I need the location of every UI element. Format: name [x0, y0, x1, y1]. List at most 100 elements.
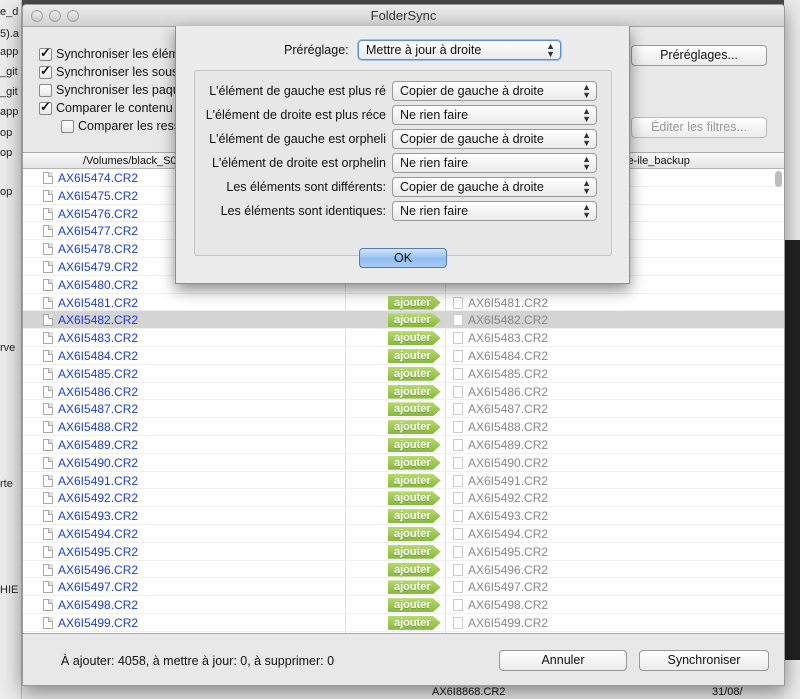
action-badge[interactable]: ajouter — [388, 615, 441, 630]
table-row[interactable]: AX6I5492.CR2 ajouter AX6I5492.CR2 — [23, 489, 784, 508]
table-row[interactable]: AX6I5499.CR2 ajouter AX6I5499.CR2 — [23, 614, 784, 632]
checkbox[interactable] — [39, 83, 52, 97]
right-folder-header[interactable]: le-ile_backup — [625, 153, 690, 169]
action-badge[interactable]: ajouter — [388, 526, 441, 541]
action-badge[interactable]: ajouter — [388, 580, 441, 595]
table-row[interactable]: AX6I5497.CR2 ajouter AX6I5497.CR2 — [23, 578, 784, 597]
action-badge[interactable]: ajouter — [388, 562, 441, 577]
table-row[interactable]: AX6I5484.CR2 ajouter AX6I5484.CR2 — [23, 347, 784, 365]
rule-action-select[interactable]: Ne rien faire ▲ ▼ — [392, 105, 597, 125]
action-badge[interactable]: ajouter — [388, 437, 441, 452]
synchronize-button[interactable]: Synchroniser — [639, 650, 769, 671]
option-sync-subfolders[interactable]: Synchroniser les sous — [39, 63, 180, 81]
table-row[interactable]: AX6I5483.CR2 ajouter AX6I5483.CR2 — [23, 329, 784, 347]
left-file-name: AX6I5491.CR2 — [58, 473, 139, 488]
option-sync-packages[interactable]: Synchroniser les paqu — [39, 81, 180, 99]
checkbox[interactable] — [39, 45, 52, 61]
file-icon — [43, 599, 53, 612]
popup-arrows-icon: ▲ ▼ — [582, 82, 591, 100]
right-file-name: AX6I5484.CR2 — [468, 348, 549, 363]
rule-action-select[interactable]: Ne rien faire ▲ ▼ — [392, 153, 597, 173]
file-icon — [43, 545, 53, 558]
rule-action-select[interactable]: Copier de gauche à droite ▲ ▼ — [392, 81, 597, 101]
file-icon — [43, 278, 53, 291]
bg-fragment: rve — [0, 342, 16, 354]
action-badge[interactable]: ajouter — [388, 455, 441, 470]
action-badge[interactable]: ajouter — [388, 331, 441, 346]
table-row[interactable]: AX6I5496.CR2 ajouter AX6I5496.CR2 — [23, 561, 784, 579]
file-icon — [43, 314, 53, 327]
popup-arrows-icon: ▲ ▼ — [582, 178, 591, 196]
presets-button[interactable]: Préréglages... — [631, 45, 767, 66]
edit-filters-button[interactable]: Éditer les filtres... — [631, 117, 767, 138]
background-left-window: e_d 5).a app _git _git app op op op rve … — [0, 0, 22, 699]
table-row[interactable]: AX6I5487.CR2 ajouter AX6I5487.CR2 — [23, 400, 784, 419]
right-file-name: AX6I5494.CR2 — [468, 526, 549, 541]
table-row[interactable]: AX6I5490.CR2 ajouter AX6I5490.CR2 — [23, 454, 784, 472]
file-icon — [453, 367, 463, 380]
right-file-name: AX6I5498.CR2 — [468, 598, 549, 613]
zoom-window-button[interactable] — [67, 10, 79, 22]
action-badge[interactable]: ajouter — [388, 509, 441, 524]
action-badge[interactable]: ajouter — [388, 384, 441, 399]
table-row[interactable]: AX6I5498.CR2 ajouter AX6I5498.CR2 — [23, 596, 784, 614]
checkbox[interactable] — [39, 63, 52, 79]
left-file-name: AX6I5475.CR2 — [58, 188, 139, 203]
action-badge[interactable]: ajouter — [388, 366, 441, 381]
option-compare-resources[interactable]: Comparer les ress — [39, 117, 180, 135]
checkbox[interactable] — [39, 99, 52, 115]
action-badge[interactable]: ajouter — [388, 313, 441, 328]
right-file-name: AX6I5499.CR2 — [468, 615, 549, 630]
preset-select[interactable]: Mettre à jour à droite ▲ ▼ — [358, 40, 561, 60]
file-icon — [453, 332, 463, 345]
right-file-name: AX6I5487.CR2 — [468, 402, 549, 417]
action-badge[interactable]: ajouter — [388, 348, 441, 363]
file-icon — [43, 563, 53, 576]
left-file-name: AX6I5498.CR2 — [58, 598, 139, 613]
action-badge[interactable]: ajouter — [388, 473, 441, 488]
left-file-name: AX6I5485.CR2 — [58, 366, 139, 381]
action-badge[interactable]: ajouter — [388, 295, 441, 310]
preset-sheet: Préréglage: Mettre à jour à droite ▲ ▼ L'… — [175, 26, 630, 284]
table-row[interactable]: AX6I5481.CR2 ajouter AX6I5481.CR2 — [23, 294, 784, 312]
table-row[interactable]: AX6I5489.CR2 ajouter AX6I5489.CR2 — [23, 436, 784, 454]
left-file-name: AX6I5496.CR2 — [58, 562, 139, 577]
left-file-name: AX6I5486.CR2 — [58, 384, 139, 399]
action-badge[interactable]: ajouter — [388, 420, 441, 435]
option-compare-content[interactable]: Comparer le contenu — [39, 99, 180, 117]
table-row[interactable]: AX6I5491.CR2 ajouter AX6I5491.CR2 — [23, 472, 784, 490]
action-badge[interactable]: ajouter — [388, 491, 441, 506]
rule-action-select[interactable]: Copier de gauche à droite ▲ ▼ — [392, 129, 597, 149]
right-file-name: AX6I5481.CR2 — [468, 295, 549, 310]
bg-fragment: e_d — [0, 6, 19, 18]
file-icon — [453, 563, 463, 576]
table-row[interactable]: AX6I5486.CR2 ajouter AX6I5486.CR2 — [23, 383, 784, 401]
rule-action-select[interactable]: Ne rien faire ▲ ▼ — [392, 201, 597, 221]
rule-action-select[interactable]: Copier de gauche à droite ▲ ▼ — [392, 177, 597, 197]
right-file-name: AX6I5497.CR2 — [468, 580, 549, 595]
bg-fragment: _git — [0, 86, 18, 98]
cancel-button[interactable]: Annuler — [499, 650, 627, 671]
table-row[interactable]: AX6I5495.CR2 ajouter AX6I5495.CR2 — [23, 543, 784, 561]
table-row[interactable]: AX6I5488.CR2 ajouter AX6I5488.CR2 — [23, 418, 784, 436]
checkbox[interactable] — [61, 119, 74, 133]
option-sync-elements[interactable]: Synchroniser les élém — [39, 45, 180, 63]
close-window-button[interactable] — [31, 10, 43, 22]
background-right-window — [784, 0, 800, 699]
file-icon — [453, 349, 463, 362]
file-icon — [43, 385, 53, 398]
vertical-scrollbar[interactable] — [775, 171, 782, 187]
ok-button[interactable]: OK — [359, 248, 447, 268]
table-row[interactable]: ajouter — [23, 632, 784, 633]
file-icon — [453, 314, 463, 327]
action-badge[interactable]: ajouter — [388, 402, 441, 417]
left-folder-header[interactable]: /Volumes/black_S0 — [83, 153, 177, 169]
action-badge[interactable]: ajouter — [388, 598, 441, 613]
action-badge[interactable]: ajouter — [388, 544, 441, 559]
minimize-window-button[interactable] — [49, 10, 61, 22]
right-file-name: AX6I5489.CR2 — [468, 437, 549, 452]
table-row[interactable]: AX6I5482.CR2 ajouter AX6I5482.CR2 — [23, 311, 784, 330]
table-row[interactable]: AX6I5485.CR2 ajouter AX6I5485.CR2 — [23, 365, 784, 383]
table-row[interactable]: AX6I5494.CR2 ajouter AX6I5494.CR2 — [23, 525, 784, 543]
table-row[interactable]: AX6I5493.CR2 ajouter AX6I5493.CR2 — [23, 507, 784, 525]
